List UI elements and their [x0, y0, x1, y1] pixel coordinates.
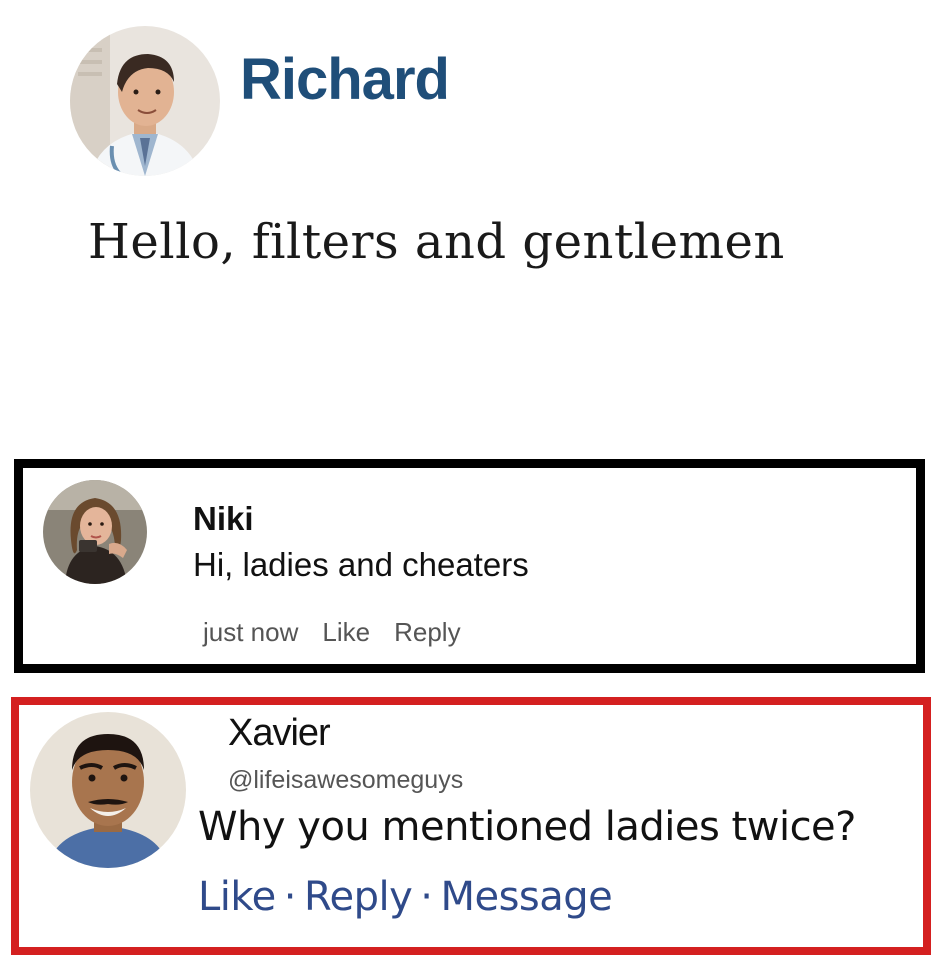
like-button[interactable]: Like — [198, 874, 276, 920]
post-text: Hello, filters and gentlemen — [88, 214, 785, 270]
message-button[interactable]: Message — [440, 874, 612, 920]
comment-author-name[interactable]: Niki — [193, 500, 254, 538]
niki-avatar[interactable] — [43, 480, 147, 584]
separator-dot: · — [420, 874, 433, 920]
reply-author-handle[interactable]: @lifeisawesomeguys — [228, 766, 463, 795]
avatar-man-icon — [30, 712, 186, 868]
comment-timestamp: just now — [203, 617, 299, 647]
reply-button[interactable]: Reply — [304, 874, 413, 920]
comment-actions: just now Like Reply — [203, 617, 461, 648]
reply-actions: Like · Reply · Message — [198, 874, 613, 920]
like-button[interactable]: Like — [322, 617, 370, 648]
separator-dot: · — [283, 874, 297, 920]
avatar-doctor-icon — [70, 26, 220, 176]
reply-text: Why you mentioned ladies twice? — [198, 804, 856, 850]
xavier-avatar[interactable] — [30, 712, 186, 868]
avatar-woman-icon — [43, 480, 147, 584]
comment-text: Hi, ladies and cheaters — [193, 546, 529, 583]
post-author-name[interactable]: Richard — [240, 46, 450, 113]
reply-button[interactable]: Reply — [394, 617, 460, 648]
reply-author-name[interactable]: Xavier — [228, 712, 331, 755]
richard-avatar[interactable] — [70, 26, 220, 176]
